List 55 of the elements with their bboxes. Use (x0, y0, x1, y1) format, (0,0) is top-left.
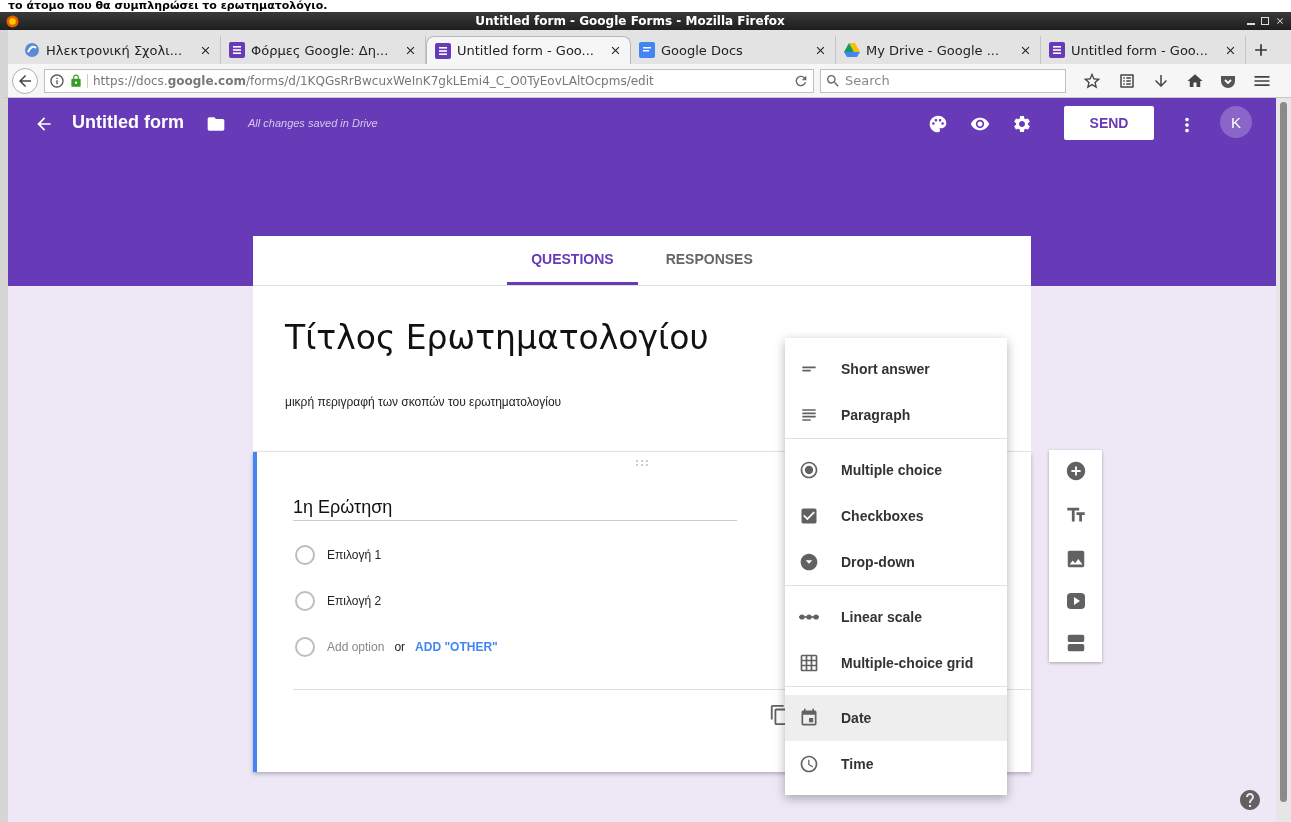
grid-icon (799, 653, 819, 673)
maximize-icon[interactable] (1261, 17, 1269, 25)
lock-icon (69, 73, 83, 88)
browser-logo-icon (6, 14, 19, 28)
linear-scale-icon (799, 614, 819, 620)
save-status: All changes saved in Drive (248, 117, 379, 129)
menu-item[interactable]: Checkboxes (785, 493, 1007, 539)
or-text: or (394, 640, 406, 654)
clock-icon (799, 754, 819, 774)
browser-tab[interactable]: Untitled form - Goo... (426, 36, 631, 64)
form-tab[interactable]: RESPONSES (641, 236, 777, 285)
checkbox-icon (799, 506, 819, 526)
forms-favicon-icon (229, 42, 245, 58)
address-field[interactable]: https://docs.google.com/forms/d/1KQGsRrBwcuxWeInK7gkLEmi4_C_O0TyEovLAltOcpms/edit (44, 68, 814, 93)
search-field[interactable]: Search (820, 68, 1066, 93)
menu-item[interactable]: Paragraph (785, 392, 1007, 438)
radio-button[interactable] (295, 545, 315, 565)
site-favicon-icon (24, 42, 40, 58)
settings-icon[interactable] (1012, 114, 1032, 134)
menu-item[interactable]: Drop-down (785, 539, 1007, 585)
account-avatar[interactable]: K (1220, 106, 1252, 138)
drive-favicon-icon (844, 42, 860, 58)
form-name[interactable]: Untitled form (72, 112, 184, 133)
palette-icon[interactable] (928, 114, 948, 134)
calendar-icon (799, 708, 819, 728)
option-label[interactable]: Επιλογή 2 (327, 594, 382, 608)
help-button[interactable] (1238, 788, 1262, 812)
send-button[interactable]: SEND (1064, 106, 1154, 140)
close-icon[interactable] (1275, 16, 1285, 26)
question-title[interactable]: 1η Ερώτηση (293, 497, 737, 521)
drag-handle-icon[interactable] (635, 460, 649, 467)
radio-button-icon (799, 460, 819, 480)
radio-button[interactable] (295, 591, 315, 611)
caption-text: το άτομο που θα συμπληρώσει το ερωτηματολόγιο. (7, 0, 329, 12)
radio-button[interactable] (295, 637, 315, 657)
forms-favicon-icon (435, 42, 451, 59)
menu-item[interactable]: Date (785, 695, 1007, 741)
option-label[interactable]: Επιλογή 1 (327, 548, 382, 562)
forms-favicon-icon (1049, 42, 1065, 58)
add-question-button[interactable] (1064, 460, 1087, 482)
scrollbar-thumb[interactable] (1280, 102, 1287, 802)
docs-favicon-icon (639, 42, 655, 58)
window-title: Untitled form - Google Forms - Mozilla Firefox (474, 14, 786, 28)
close-tab-icon[interactable] (609, 44, 622, 57)
reading-list-icon[interactable] (1118, 71, 1136, 90)
menu-item[interactable]: Multiple-choice grid (785, 640, 1007, 686)
menu-item[interactable]: Linear scale (785, 594, 1007, 640)
add-option-field[interactable]: Add option (327, 640, 385, 654)
add-other-link[interactable]: ADD "OTHER" (415, 640, 498, 654)
menu-item[interactable]: Short answer (785, 346, 1007, 392)
info-icon[interactable] (49, 72, 65, 89)
add-video-button[interactable] (1065, 592, 1086, 610)
menu-item[interactable]: Multiple choice (785, 447, 1007, 493)
menu-item[interactable]: Time (785, 741, 1007, 787)
folder-icon[interactable] (206, 114, 226, 134)
